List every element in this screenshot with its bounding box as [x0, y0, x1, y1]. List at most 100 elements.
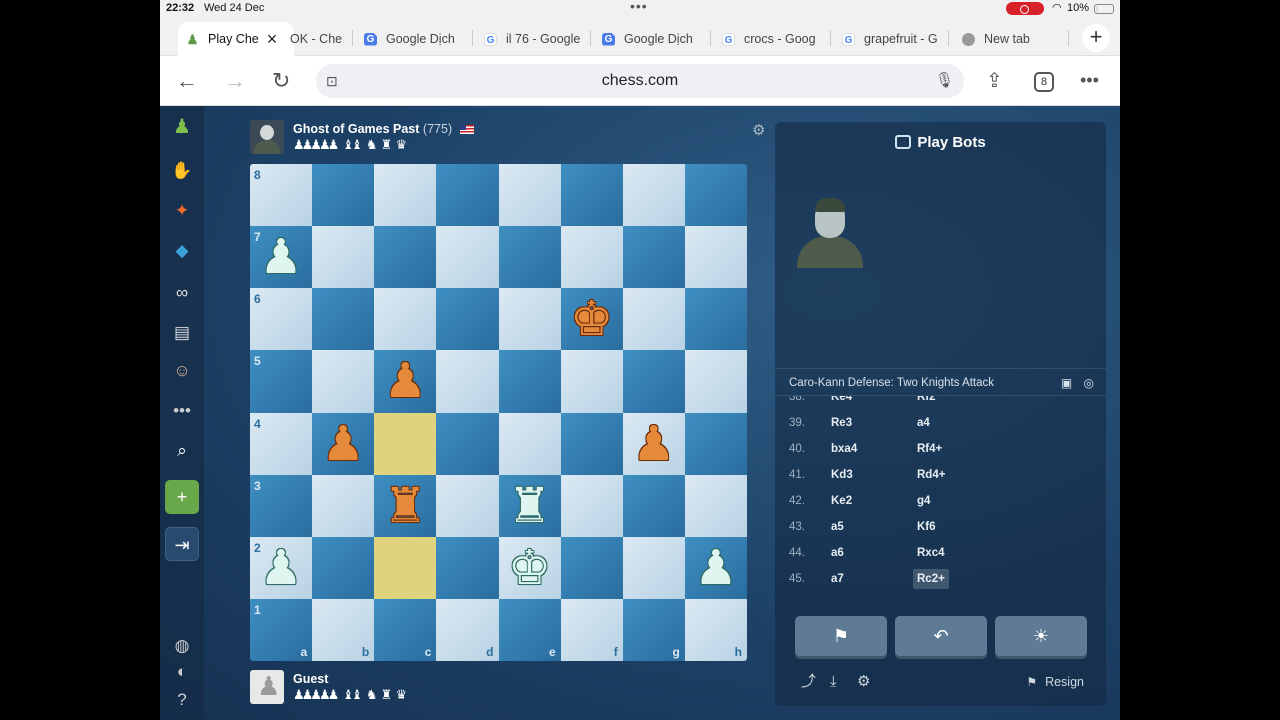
- square-e5[interactable]: [498, 350, 561, 413]
- square-c2[interactable]: [374, 536, 437, 599]
- square-f4[interactable]: [560, 412, 623, 475]
- google-lens-icon[interactable]: ⊡: [326, 64, 338, 98]
- flag-button[interactable]: ⚑: [795, 616, 887, 656]
- square-h3[interactable]: [684, 474, 747, 537]
- black-move[interactable]: Rf2: [917, 396, 936, 410]
- forward-button[interactable]: →: [224, 68, 246, 94]
- square-e7[interactable]: [498, 226, 561, 289]
- square-b5[interactable]: [312, 350, 375, 413]
- chess-piece-h2[interactable]: ♟: [685, 537, 747, 599]
- black-move[interactable]: g4: [917, 488, 930, 514]
- square-e1[interactable]: e: [498, 598, 561, 661]
- reload-button[interactable]: ↻: [272, 68, 290, 94]
- white-move[interactable]: Re3: [831, 410, 852, 436]
- square-b7[interactable]: [312, 226, 375, 289]
- sign-up-button[interactable]: +: [165, 480, 199, 514]
- square-d8[interactable]: [436, 164, 499, 227]
- white-move[interactable]: bxa4: [831, 436, 857, 462]
- microphone-icon[interactable]: 🎙︎: [935, 64, 954, 98]
- square-d2[interactable]: [436, 536, 499, 599]
- tab-count-button[interactable]: 8: [1034, 72, 1054, 92]
- square-b1[interactable]: b: [312, 598, 375, 661]
- opponent-avatar[interactable]: [250, 120, 284, 154]
- square-f8[interactable]: [560, 164, 623, 227]
- tab-google-dich-1[interactable]: G Google Dịch: [364, 26, 472, 52]
- settings-gear-icon[interactable]: ⚙: [857, 670, 870, 694]
- square-a4[interactable]: 4: [250, 412, 313, 475]
- chess-piece-c5[interactable]: ♟: [374, 350, 436, 412]
- square-a3[interactable]: 3: [250, 474, 313, 537]
- square-d1[interactable]: d: [436, 598, 499, 661]
- puzzles-icon[interactable]: ✦: [171, 200, 193, 222]
- chess-piece-b4[interactable]: ♟: [312, 413, 374, 475]
- download-icon[interactable]: ⤓: [830, 670, 837, 694]
- new-tab-button[interactable]: +: [1082, 24, 1110, 52]
- black-move[interactable]: Rc2+: [913, 569, 949, 589]
- square-h6[interactable]: [684, 288, 747, 351]
- chess-piece-e3[interactable]: ♜: [499, 475, 561, 537]
- square-d3[interactable]: [436, 474, 499, 537]
- chess-piece-f6[interactable]: ♚: [561, 288, 623, 350]
- square-g2[interactable]: [622, 536, 685, 599]
- theme-toggle-icon[interactable]: ◐: [171, 661, 193, 683]
- language-globe-icon[interactable]: ◍: [171, 635, 193, 657]
- square-a8[interactable]: 8: [250, 164, 313, 227]
- tab-il76[interactable]: G il 76 - Google: [484, 26, 584, 52]
- square-c1[interactable]: c: [374, 598, 437, 661]
- board-settings-gear-icon[interactable]: ⚙: [752, 121, 765, 139]
- square-h7[interactable]: [684, 226, 747, 289]
- square-a1[interactable]: 1a: [250, 598, 313, 661]
- news-icon[interactable]: ▤: [171, 322, 193, 344]
- white-move[interactable]: Ke2: [831, 488, 852, 514]
- square-g1[interactable]: g: [622, 598, 685, 661]
- play-hand-icon[interactable]: ✋: [171, 160, 193, 182]
- square-c8[interactable]: [374, 164, 437, 227]
- screen-record-icon[interactable]: [1006, 2, 1044, 15]
- share-icon[interactable]: ⤴: [801, 670, 816, 694]
- more-menu-icon[interactable]: •••: [1080, 70, 1099, 91]
- square-g5[interactable]: [622, 350, 685, 413]
- square-e8[interactable]: [498, 164, 561, 227]
- chess-piece-a2[interactable]: ♟: [250, 537, 312, 599]
- square-g3[interactable]: [622, 474, 685, 537]
- square-b6[interactable]: [312, 288, 375, 351]
- chess-piece-a7[interactable]: ♟: [250, 226, 312, 288]
- square-f2[interactable]: [560, 536, 623, 599]
- square-f3[interactable]: [560, 474, 623, 537]
- square-d4[interactable]: [436, 412, 499, 475]
- social-icon[interactable]: ☺: [171, 360, 193, 382]
- chess-piece-e2[interactable]: ♚: [499, 537, 561, 599]
- opponent-name[interactable]: Ghost of Games Past: [293, 122, 419, 136]
- chess-logo-icon[interactable]: ♟: [171, 116, 193, 138]
- square-f7[interactable]: [560, 226, 623, 289]
- square-g6[interactable]: [622, 288, 685, 351]
- white-move[interactable]: Ke4: [831, 396, 852, 410]
- undo-button[interactable]: ↶: [895, 616, 987, 656]
- watch-binoculars-icon[interactable]: ∞: [171, 282, 193, 304]
- close-tab-icon[interactable]: ×: [267, 29, 278, 50]
- address-bar[interactable]: ⊡ chess.com 🎙︎: [316, 64, 964, 98]
- square-h5[interactable]: [684, 350, 747, 413]
- tab-crocs[interactable]: G crocs - Goog: [722, 26, 822, 52]
- more-dots-icon[interactable]: •••: [171, 400, 193, 422]
- chess-board[interactable]: 8 7 6 5 4 3 2 1 a b c d e f g h ♟ ♚ ♟ ♟ ♟ ♜ ♜ ♟ ♚ ♟: [250, 164, 747, 661]
- share-icon[interactable]: ⇪: [986, 68, 1003, 93]
- tab-grapefruit[interactable]: G grapefruit - G: [842, 26, 940, 52]
- black-move[interactable]: Rxc4: [917, 540, 945, 566]
- square-c4[interactable]: [374, 412, 437, 475]
- white-move[interactable]: a5: [831, 514, 844, 540]
- square-c7[interactable]: [374, 226, 437, 289]
- learn-icon[interactable]: ◆: [171, 240, 193, 262]
- white-move[interactable]: a7: [831, 566, 844, 592]
- search-icon[interactable]: ⌕: [171, 440, 193, 462]
- square-f5[interactable]: [560, 350, 623, 413]
- square-h8[interactable]: [684, 164, 747, 227]
- square-g8[interactable]: [622, 164, 685, 227]
- login-button[interactable]: ⇥: [165, 527, 199, 561]
- back-button[interactable]: ←: [176, 68, 198, 94]
- square-b8[interactable]: [312, 164, 375, 227]
- square-e4[interactable]: [498, 412, 561, 475]
- white-move[interactable]: Kd3: [831, 462, 853, 488]
- square-d5[interactable]: [436, 350, 499, 413]
- white-move[interactable]: a6: [831, 540, 844, 566]
